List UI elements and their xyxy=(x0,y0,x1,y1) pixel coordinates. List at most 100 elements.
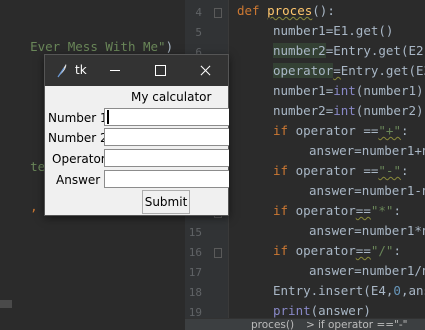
number1-entry[interactable] xyxy=(104,108,229,126)
code-token: operator xyxy=(288,243,356,258)
code-paren: ) xyxy=(165,39,174,54)
answer-label: Answer xyxy=(56,173,101,187)
submit-button[interactable]: Submit xyxy=(142,190,190,214)
code-comma: , xyxy=(30,199,38,214)
operator-entry[interactable] xyxy=(104,149,229,167)
line-number: 5 xyxy=(195,26,202,39)
code-token: = xyxy=(354,263,362,278)
code-token: operator xyxy=(288,163,364,178)
code-line: number1=int(number1) xyxy=(273,83,424,98)
code-line: answer=number1/nur xyxy=(309,263,425,278)
code-token: .get(E2) xyxy=(370,43,425,58)
code-line: print(answer) xyxy=(273,303,371,318)
code-line: def proces(): xyxy=(237,3,335,18)
code-line: answer=number1-nur xyxy=(309,183,425,198)
minimize-button[interactable] xyxy=(93,55,138,86)
code-token: number1/nur xyxy=(361,263,425,278)
code-token: E1 xyxy=(333,23,349,38)
code-token: number2 xyxy=(273,103,326,118)
code-token: number1 xyxy=(273,23,326,38)
operator-label: Operator xyxy=(52,152,106,166)
code-token: = xyxy=(354,223,362,238)
fold-marker-icon[interactable] xyxy=(214,8,222,18)
code-token: if xyxy=(273,163,289,178)
code-token: : xyxy=(393,243,401,258)
code-token: answer xyxy=(309,263,355,278)
code-token: operator xyxy=(273,63,334,78)
code-token: int xyxy=(333,83,356,98)
horizontal-scrollbar[interactable] xyxy=(0,300,12,308)
close-button[interactable] xyxy=(183,55,228,86)
number2-label: Number 2 xyxy=(48,131,108,145)
code-token: answer xyxy=(309,183,355,198)
code-token: == xyxy=(355,203,371,218)
code-token: "*" xyxy=(370,203,394,218)
number1-label: Number 1 xyxy=(48,111,108,125)
string-literal: Ever Mess With Me" xyxy=(30,39,166,54)
code-token: = xyxy=(354,183,362,198)
code-line: number1=E1.get() xyxy=(273,23,393,38)
code-token: == xyxy=(355,243,371,258)
code-token: == xyxy=(363,123,379,138)
calculator-heading: My calculator xyxy=(131,90,212,104)
code-token: Entry xyxy=(333,43,371,58)
window-title: tk xyxy=(75,63,87,77)
code-token: Entry xyxy=(340,63,379,78)
code-line: number2=Entry.get(E2) xyxy=(273,43,425,58)
code-token: (answer) xyxy=(310,303,371,318)
code-line: if operator =="-": xyxy=(273,163,409,178)
code-line: if operator =="+": xyxy=(273,123,409,138)
breadcrumb: proces() > if operator =="-" xyxy=(185,318,425,330)
code-token: print xyxy=(273,303,311,318)
code-token: def xyxy=(237,3,260,18)
code-token: answer xyxy=(309,223,355,238)
number2-entry[interactable] xyxy=(104,128,229,146)
line-number: 16 xyxy=(188,246,202,259)
code-token: = xyxy=(333,63,341,78)
code-token: if xyxy=(273,123,289,138)
breadcrumb-item-function[interactable]: proces() xyxy=(251,319,294,330)
code-token: == xyxy=(363,163,379,178)
breadcrumb-separator: > xyxy=(306,319,315,330)
code-line: if operator=="/": xyxy=(273,243,401,258)
line-number: 17 xyxy=(188,266,202,279)
code-token: .get() xyxy=(348,23,394,38)
window-body: My calculator Number 1 Number 2 Operator… xyxy=(45,86,229,215)
code-token: (number2) xyxy=(355,103,424,118)
code-token: number1-nur xyxy=(361,183,425,198)
line-number: 18 xyxy=(188,286,202,299)
code-line: number2=int(number2) xyxy=(273,103,424,118)
code-token: : xyxy=(400,163,409,178)
code-line: Entry.insert(E4,0,answ xyxy=(273,283,425,298)
text-cursor xyxy=(107,110,109,124)
code-token: number1 xyxy=(273,83,326,98)
window-titlebar[interactable]: tk xyxy=(45,55,228,86)
code-token: proces xyxy=(267,3,313,18)
code-token: "/" xyxy=(370,243,394,258)
tk-calculator-window[interactable]: tk My calculator Number 1 Number 2 Opera… xyxy=(44,54,229,216)
code-token: if xyxy=(273,243,289,258)
tk-feather-icon xyxy=(57,64,67,78)
code-line: operator=Entry.get(E3) xyxy=(273,63,425,78)
code-token: int xyxy=(333,103,356,118)
code-token: number1*nur xyxy=(361,223,425,238)
code-token: number2 xyxy=(273,43,326,58)
code-token: answer xyxy=(309,143,355,158)
code-line: if operator=="*": xyxy=(273,203,401,218)
line-number: 15 xyxy=(188,226,202,239)
maximize-button[interactable] xyxy=(138,55,183,86)
code-line: answer=number1*nur xyxy=(309,223,425,238)
code-token: = xyxy=(354,143,362,158)
answer-entry[interactable] xyxy=(104,170,229,188)
code-token: (number1) xyxy=(355,83,424,98)
code-token: : xyxy=(400,123,409,138)
breadcrumb-item-if[interactable]: if operator =="-" xyxy=(318,319,408,330)
fold-marker-icon[interactable] xyxy=(214,248,222,258)
line-number: 4 xyxy=(195,6,202,19)
code-token: if xyxy=(273,203,289,218)
code-token: .get(E3) xyxy=(378,63,425,78)
code-token: "+" xyxy=(378,123,401,138)
code-token: Entry.insert(E4, xyxy=(273,283,394,298)
code-token: : xyxy=(393,203,401,218)
